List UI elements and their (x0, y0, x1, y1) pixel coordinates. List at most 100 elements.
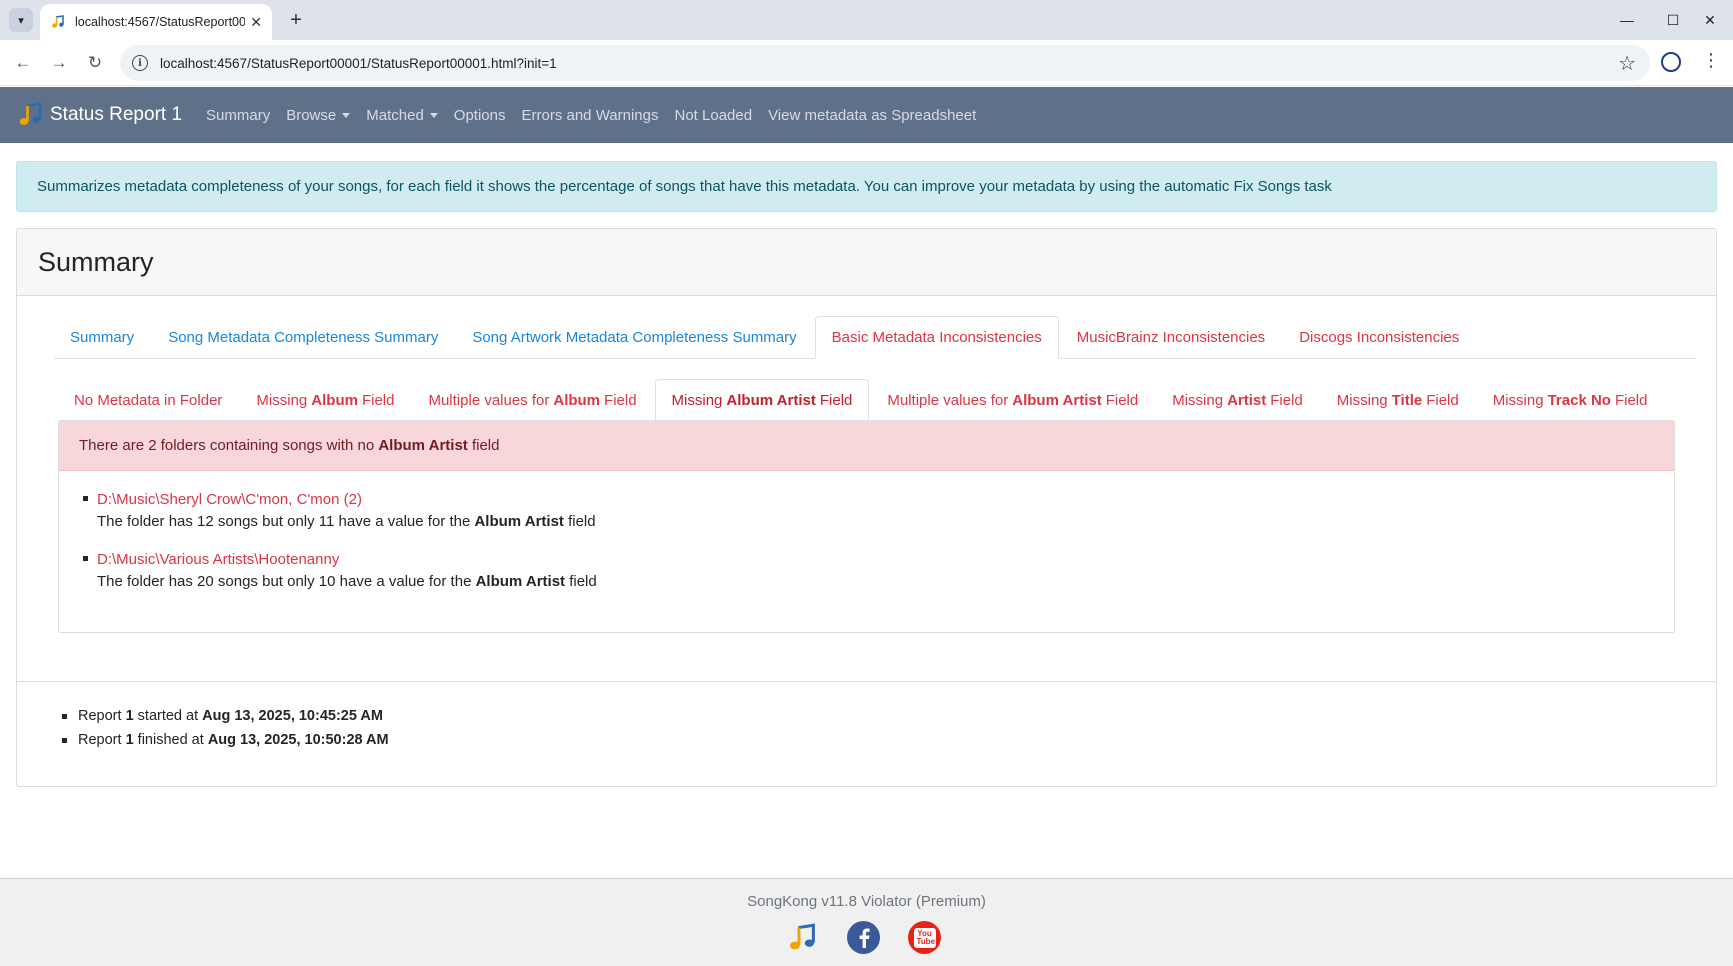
nav-browse[interactable]: Browse (286, 107, 351, 124)
subtab-field: Artist (1227, 391, 1267, 409)
subtab-text: Field (361, 391, 395, 409)
subtab-missing-album-artist[interactable]: Missing Album Artist Field (654, 379, 870, 421)
info-alert: Summarizes metadata completeness of your… (16, 161, 1717, 212)
report-number: 1 (125, 708, 134, 724)
subtab-text: Field (1426, 391, 1459, 409)
subtab-field: Album (553, 391, 601, 409)
report-text: Report (78, 708, 126, 724)
subtab-text: Missing (1492, 391, 1544, 409)
tab-close-icon[interactable]: ✕ (250, 14, 262, 31)
primary-tabs: Summary Song Metadata Completeness Summa… (54, 316, 1697, 359)
subtab-text: Field (819, 391, 853, 409)
alert-field: Album Artist (378, 437, 468, 454)
youtube-label: You Tube (913, 927, 936, 948)
report-text: Report (78, 732, 126, 748)
alert-text: field (467, 437, 500, 454)
brand-title: Status Report 1 (50, 104, 183, 125)
profile-icon[interactable] (1661, 52, 1681, 72)
window-close-icon[interactable]: ✕ (1687, 0, 1733, 40)
nav-matched-label: Matched (366, 106, 424, 124)
report-text: finished at (133, 732, 208, 748)
subtab-multiple-album[interactable]: Multiple values for Album Field (412, 379, 652, 421)
songkong-favicon-icon (50, 14, 66, 30)
nav-summary[interactable]: Summary (206, 107, 270, 124)
subtab-field: Track No (1547, 391, 1611, 409)
new-tab-icon[interactable]: + (284, 8, 308, 32)
browser-tabstrip: ▾ localhost:4567/StatusReport00001 ✕ + —… (0, 0, 1733, 40)
danger-alert: There are 2 folders containing songs wit… (59, 421, 1674, 471)
tab-song-artwork-completeness[interactable]: Song Artwork Metadata Completeness Summa… (456, 316, 812, 358)
subtab-field: Title (1391, 391, 1423, 409)
subtab-text: Field (1105, 391, 1139, 409)
footer-version: SongKong v11.8 Violator (Premium) (747, 893, 986, 910)
subtab-text: Missing (671, 391, 723, 409)
card-header: Summary (17, 229, 1716, 296)
subtab-text: Field (604, 391, 637, 409)
desc-field: Album Artist (475, 573, 566, 590)
subtab-missing-album[interactable]: Missing Album Field (240, 379, 410, 421)
report-list: Report 1 started at Aug 13, 2025, 10:45:… (59, 704, 389, 752)
reload-icon[interactable]: ↻ (82, 50, 108, 76)
subtab-text: Missing (1172, 391, 1224, 409)
desc-text: field (565, 573, 597, 590)
nav-not-loaded[interactable]: Not Loaded (675, 107, 753, 124)
subtab-multiple-album-artist[interactable]: Multiple values for Album Artist Field (871, 379, 1154, 421)
nav-errors-and-warnings[interactable]: Errors and Warnings (522, 107, 659, 124)
app-navbar: Status Report 1 Summary Browse Matched O… (0, 87, 1733, 143)
tab-panel: There are 2 folders containing songs wit… (58, 420, 1675, 633)
subtab-field: Album Artist (1012, 391, 1102, 409)
youtube-icon[interactable]: You Tube (908, 921, 941, 954)
footer: SongKong v11.8 Violator (Premium) You Tu… (0, 878, 1733, 966)
caret-down-icon (342, 113, 351, 119)
nav-view-spreadsheet[interactable]: View metadata as Spreadsheet (768, 107, 976, 124)
tab-discogs-inconsistencies[interactable]: Discogs Inconsistencies (1283, 316, 1475, 358)
facebook-icon[interactable] (847, 921, 880, 954)
tab-list-chevron-icon[interactable]: ▾ (9, 8, 33, 32)
report-timing-card: Report 1 started at Aug 13, 2025, 10:45:… (16, 681, 1717, 787)
report-time: Aug 13, 2025, 10:50:28 AM (207, 732, 389, 748)
report-time: Aug 13, 2025, 10:45:25 AM (202, 708, 383, 724)
list-item: D:\Music\Sheryl Crow\C'mon, C'mon (2) Th… (79, 489, 597, 533)
subtab-text: No Metadata in Folder (74, 391, 223, 409)
folder-description: The folder has 12 songs but only 11 have… (97, 513, 596, 530)
folder-list: D:\Music\Sheryl Crow\C'mon, C'mon (2) Th… (79, 489, 597, 609)
folder-link[interactable]: D:\Music\Various Artists\Hootenanny (97, 549, 597, 571)
list-item: D:\Music\Various Artists\Hootenanny The … (79, 549, 597, 593)
nav-matched[interactable]: Matched (366, 107, 438, 124)
subtab-text: Missing (256, 391, 308, 409)
address-bar[interactable]: i localhost:4567/StatusReport00001/Statu… (120, 45, 1650, 81)
back-arrow-icon[interactable]: ← (10, 50, 36, 76)
desc-field: Album Artist (474, 513, 564, 530)
report-started: Report 1 started at Aug 13, 2025, 10:45:… (59, 704, 389, 728)
report-text: started at (133, 708, 203, 724)
page-title: Summary (38, 246, 154, 277)
tab-song-metadata-completeness[interactable]: Song Metadata Completeness Summary (152, 316, 454, 358)
subtab-text: Field (1270, 391, 1303, 409)
tab-summary[interactable]: Summary (54, 316, 150, 358)
url-text: localhost:4567/StatusReport00001/StatusR… (160, 55, 557, 71)
tab-musicbrainz-inconsistencies[interactable]: MusicBrainz Inconsistencies (1061, 316, 1281, 358)
songkong-icon[interactable] (786, 921, 819, 954)
desc-text: The folder has 12 songs but only 11 have… (97, 513, 475, 530)
brand[interactable]: Status Report 1 (18, 102, 182, 128)
subtab-missing-track-no[interactable]: Missing Track No Field (1477, 379, 1664, 421)
desc-text: The folder has 20 songs but only 10 have… (97, 573, 476, 590)
site-info-icon[interactable]: i (132, 55, 148, 71)
browser-toolbar: ← → ↻ i localhost:4567/StatusReport00001… (0, 40, 1733, 86)
forward-arrow-icon[interactable]: → (46, 50, 72, 76)
subtab-field: Album (311, 391, 358, 409)
subtab-missing-artist[interactable]: Missing Artist Field (1156, 379, 1319, 421)
subtab-no-metadata-in-folder[interactable]: No Metadata in Folder (58, 379, 238, 421)
subtab-text: Missing (1336, 391, 1388, 409)
browser-menu-icon[interactable]: ⋮ (1702, 50, 1720, 71)
tab-basic-metadata-inconsistencies[interactable]: Basic Metadata Inconsistencies (814, 316, 1059, 359)
nav-options[interactable]: Options (454, 107, 506, 124)
tab-title: localhost:4567/StatusReport00001 (75, 15, 245, 29)
bookmark-star-icon[interactable]: ☆ (1618, 51, 1636, 76)
browser-tab[interactable]: localhost:4567/StatusReport00001 ✕ (40, 4, 272, 40)
folder-description: The folder has 20 songs but only 10 have… (97, 573, 597, 590)
subtab-missing-title[interactable]: Missing Title Field (1321, 379, 1475, 421)
folder-link[interactable]: D:\Music\Sheryl Crow\C'mon, C'mon (2) (97, 489, 597, 511)
minimize-icon[interactable]: — (1604, 0, 1650, 40)
subtab-text: Multiple values for (887, 391, 1009, 409)
